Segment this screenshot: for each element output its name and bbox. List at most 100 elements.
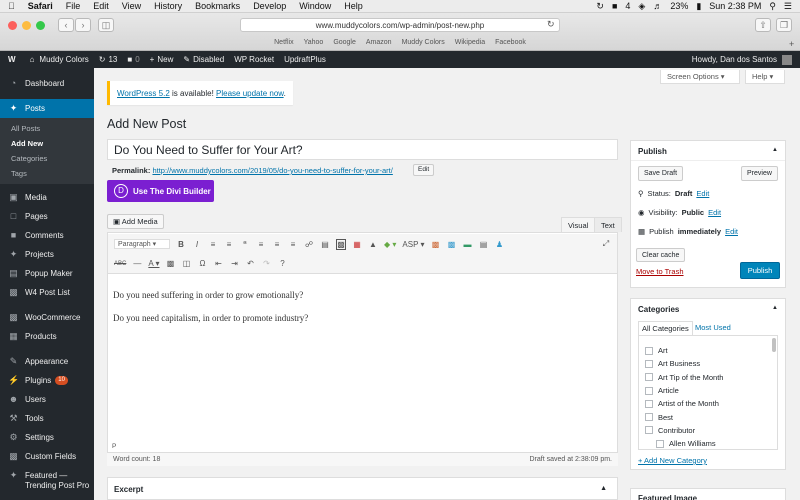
updraftplus-menu[interactable]: UpdraftPlus: [284, 55, 326, 64]
checkbox[interactable]: [645, 413, 653, 422]
spy-icon[interactable]: ▲: [368, 240, 378, 249]
menu-file[interactable]: File: [66, 1, 81, 11]
wp-rocket-menu[interactable]: WP Rocket: [234, 55, 274, 64]
zoom-window-icon[interactable]: [36, 21, 45, 30]
category-item[interactable]: Contributor: [645, 424, 777, 437]
paragraph[interactable]: Do you need suffering in order to grow e…: [113, 290, 308, 301]
help-button[interactable]: Help ▾: [745, 70, 785, 84]
clear-cache-button[interactable]: Clear cache: [636, 248, 686, 262]
wordpress-logo-icon[interactable]: W: [8, 55, 16, 64]
sidebar-item-users[interactable]: ☻ Users: [0, 390, 94, 409]
checkbox[interactable]: [656, 439, 664, 448]
help-icon[interactable]: ?: [277, 259, 287, 268]
sidebar-item-tools[interactable]: ⚒ Tools: [0, 409, 94, 428]
preview-button[interactable]: Preview: [741, 166, 778, 181]
submenu-add-new[interactable]: Add New: [0, 136, 94, 151]
clock[interactable]: Sun 2:38 PM: [709, 1, 761, 11]
align-center-icon[interactable]: ≡: [272, 240, 282, 249]
save-draft-button[interactable]: Save Draft: [638, 166, 684, 181]
category-item[interactable]: Article: [645, 384, 777, 397]
menu-bookmarks[interactable]: Bookmarks: [195, 1, 240, 11]
paste-text-icon[interactable]: ▩: [165, 259, 175, 268]
sidebar-item-appearance[interactable]: ✎ Appearance: [0, 352, 94, 371]
volume-icon[interactable]: ♬: [653, 1, 662, 11]
permalink-edit-button[interactable]: Edit: [413, 164, 435, 176]
update-now-link[interactable]: Please update now: [216, 89, 284, 98]
home-icon[interactable]: ⌂: [30, 55, 35, 64]
post-title-input[interactable]: Do You Need to Suffer for Your Art?: [107, 139, 618, 160]
tab-most-used[interactable]: Most Used: [695, 323, 731, 332]
link-icon[interactable]: ☍: [304, 240, 314, 249]
updates-count[interactable]: 13: [108, 55, 117, 64]
battery-icon[interactable]: ▮: [696, 1, 701, 12]
checkbox[interactable]: [645, 386, 653, 395]
visibility-edit-link[interactable]: Edit: [708, 208, 721, 217]
submenu-tags[interactable]: Tags: [0, 166, 94, 181]
toolbar-toggle-icon[interactable]: ▩: [336, 238, 346, 250]
horizontal-line-icon[interactable]: —: [132, 259, 142, 268]
app-menu[interactable]: Safari: [28, 1, 53, 11]
avatar[interactable]: [782, 54, 792, 65]
palette-icon[interactable]: ▩: [431, 240, 441, 249]
bullet-list-icon[interactable]: ≡: [208, 240, 218, 249]
sidebar-item-comments[interactable]: ■ Comments: [0, 226, 94, 245]
numbered-list-icon[interactable]: ≡: [224, 240, 234, 249]
bold-icon[interactable]: B: [176, 240, 186, 249]
asp-dropdown[interactable]: ASP ▾: [402, 240, 424, 249]
share-icon[interactable]: ⇧: [755, 18, 771, 32]
sidebar-item-plugins[interactable]: ⚡ Plugins 10: [0, 371, 94, 390]
updates-icon[interactable]: ↻: [99, 55, 106, 64]
tab-text[interactable]: Text: [594, 217, 622, 232]
bookmark-google[interactable]: Google: [333, 39, 356, 50]
pen-icon[interactable]: ✎: [183, 55, 190, 64]
tabs-icon[interactable]: ❐: [776, 18, 792, 32]
screen-options-button[interactable]: Screen Options ▾: [660, 70, 740, 84]
address-bar[interactable]: www.muddycolors.com/wp-admin/post-new.ph…: [240, 18, 560, 32]
back-button[interactable]: ‹: [58, 18, 74, 32]
sidebar-item-custom-fields[interactable]: ▩ Custom Fields: [0, 447, 94, 466]
wifi-icon[interactable]: ◈: [638, 1, 645, 12]
scrollbar-thumb[interactable]: [772, 338, 776, 352]
checkbox[interactable]: [645, 359, 653, 368]
add-new-category-link[interactable]: + Add New Category: [638, 456, 707, 465]
indent-icon[interactable]: ⇥: [229, 259, 239, 268]
collapse-icon[interactable]: ▲: [772, 147, 778, 154]
undo-icon[interactable]: ↶: [245, 259, 255, 268]
status-edit-link[interactable]: Edit: [696, 189, 709, 198]
bookmark-facebook[interactable]: Facebook: [495, 39, 526, 50]
sidebar-item-media[interactable]: ▣ Media: [0, 188, 94, 207]
read-more-icon[interactable]: ▤: [320, 240, 330, 249]
reload-icon[interactable]: ↻: [547, 19, 555, 30]
redo-icon[interactable]: ↷: [261, 259, 271, 268]
checkbox[interactable]: [645, 399, 653, 408]
howdy-user[interactable]: Howdy, Dan dos Santos: [692, 55, 777, 64]
list-icon[interactable]: ☰: [784, 1, 792, 12]
disabled-menu[interactable]: Disabled: [193, 55, 224, 64]
checkbox[interactable]: [645, 373, 653, 382]
sidebar-item-featured[interactable]: ✦ Featured —: [0, 470, 94, 481]
clear-formatting-icon[interactable]: ◫: [181, 259, 191, 268]
blockquote-icon[interactable]: “: [240, 240, 250, 249]
sidebar-item-products[interactable]: ▦ Products: [0, 327, 94, 346]
category-item[interactable]: Best: [645, 410, 777, 423]
layout-icon[interactable]: ▩: [447, 240, 457, 249]
sidebar-item-projects[interactable]: ✦ Projects: [0, 245, 94, 264]
text-color-icon[interactable]: A ▾: [148, 259, 159, 268]
divider-icon[interactable]: ▬: [463, 240, 473, 249]
menu-help[interactable]: Help: [344, 1, 363, 11]
permalink-url[interactable]: http://www.muddycolors.com/2019/05/do-yo…: [152, 166, 392, 175]
outdent-icon[interactable]: ⇤: [213, 259, 223, 268]
tab-all-categories[interactable]: All Categories: [638, 321, 693, 335]
publish-edit-link[interactable]: Edit: [725, 227, 738, 236]
categories-box-header[interactable]: Categories ▲: [631, 299, 785, 319]
italic-icon[interactable]: I: [192, 240, 202, 249]
comments-icon[interactable]: ■: [127, 55, 132, 64]
checkbox[interactable]: [645, 346, 653, 355]
category-item[interactable]: Art Business: [645, 357, 777, 370]
apple-icon[interactable]: : [8, 1, 15, 11]
format-select[interactable]: Paragraph ▾: [114, 239, 170, 249]
sidebar-item-trending[interactable]: Trending Post Pro: [0, 481, 94, 492]
featured-image-box[interactable]: Featured Image: [630, 488, 786, 500]
fullscreen-icon[interactable]: ⤢: [601, 239, 611, 249]
move-to-trash-link[interactable]: Move to Trash: [636, 267, 684, 276]
